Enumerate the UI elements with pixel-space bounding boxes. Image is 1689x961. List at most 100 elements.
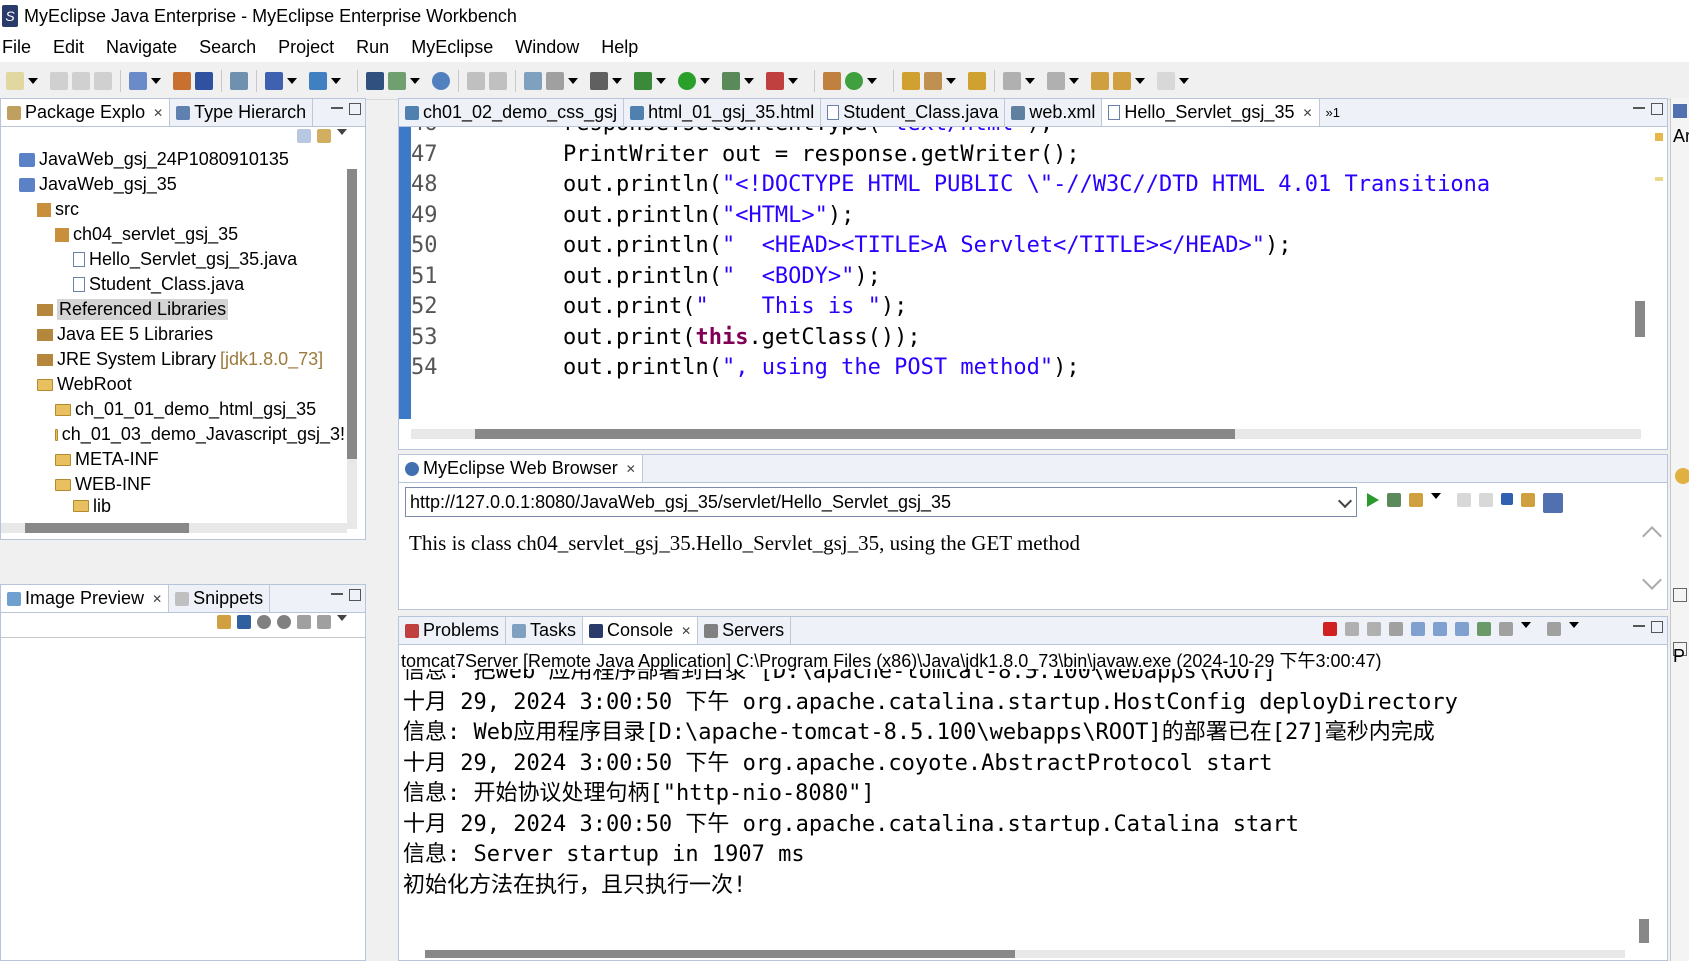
open-console-icon[interactable] [1547, 622, 1561, 636]
tree-item[interactable]: JavaWeb_gsj_35 [9, 172, 345, 197]
tree-item[interactable]: META-INF [9, 447, 345, 472]
forward-icon[interactable] [1157, 71, 1175, 90]
deploy-icon[interactable] [173, 71, 191, 90]
tree-item[interactable]: Student_Class.java [9, 272, 345, 297]
menu-edit[interactable]: Edit [53, 37, 84, 58]
stop-icon[interactable] [1501, 493, 1513, 505]
tree-item[interactable]: ch04_servlet_gsj_35 [9, 222, 345, 247]
forward-icon[interactable] [1479, 493, 1493, 507]
tab-html-file[interactable]: html_01_gsj_35.html [624, 99, 822, 126]
chevron-down-icon[interactable] [1337, 493, 1353, 509]
back-icon[interactable] [1113, 71, 1131, 90]
run-icon[interactable] [678, 71, 696, 90]
favorite-dropdown-icon[interactable] [1431, 493, 1441, 499]
toggle-icon[interactable] [546, 71, 564, 90]
refresh-icon[interactable] [1521, 493, 1535, 507]
scroll-thumb[interactable] [425, 950, 1015, 958]
tab-snippets[interactable]: Snippets [169, 585, 271, 612]
external-run-icon[interactable] [766, 71, 784, 90]
menu-myeclipse[interactable]: MyEclipse [411, 37, 493, 58]
run-last-dropdown-icon[interactable] [744, 77, 754, 84]
close-icon[interactable]: ✕ [626, 462, 636, 476]
link-with-editor-icon[interactable] [317, 129, 331, 143]
pin-console-icon[interactable] [1477, 622, 1491, 636]
tab-type-hierarchy[interactable]: Type Hierarch [170, 99, 314, 126]
display-console-dropdown-icon[interactable] [1521, 622, 1531, 628]
zoom-in-icon[interactable] [277, 615, 291, 629]
go-icon[interactable] [1367, 493, 1379, 507]
tab-servers[interactable]: Servers [698, 617, 792, 644]
new-class-icon[interactable] [388, 71, 406, 90]
tab-web-xml[interactable]: web.xml [1005, 99, 1103, 126]
tree-item[interactable]: ch_01_03_demo_Javascript_gsj_3! [9, 422, 345, 447]
tree-item[interactable]: lib [9, 497, 345, 515]
external-tools-icon[interactable] [366, 71, 384, 90]
console-vertical-scrollbar[interactable] [1639, 673, 1649, 943]
display-console-icon[interactable] [1499, 622, 1513, 636]
tree-item[interactable]: WebRoot [9, 372, 345, 397]
maximize-icon[interactable] [1651, 103, 1663, 115]
new-dropdown-icon[interactable] [28, 77, 38, 84]
tab-overflow[interactable]: »1 [1320, 99, 1346, 126]
new-package-icon[interactable] [823, 71, 841, 90]
menu-search[interactable]: Search [199, 37, 256, 58]
monitor-icon[interactable] [590, 71, 608, 90]
debug-icon[interactable] [634, 71, 652, 90]
close-icon[interactable]: ✕ [681, 624, 691, 638]
collapse-all-icon[interactable] [297, 129, 311, 143]
zoom-out-icon[interactable] [257, 615, 271, 629]
minimize-icon[interactable] [331, 593, 343, 597]
fit-icon[interactable] [237, 615, 251, 629]
collapsed-view-icon[interactable] [1675, 468, 1689, 484]
tree-item[interactable]: Hello_Servlet_gsj_35.java [9, 247, 345, 272]
show-on-stdout-icon[interactable] [1433, 622, 1447, 636]
new-web-project-icon[interactable] [129, 71, 147, 90]
maximize-icon[interactable] [1651, 621, 1663, 633]
previous-annotation-icon[interactable] [467, 71, 485, 90]
scroll-thumb[interactable] [1639, 919, 1649, 943]
scroll-thumb[interactable] [347, 169, 357, 459]
tree-item[interactable]: ch_01_01_demo_html_gsj_35 [9, 397, 345, 422]
back-icon[interactable] [1457, 493, 1471, 507]
console-output-area[interactable]: 信息: 把web 应用程序部署到目录 [D:\apache-tomcat-8.5… [399, 669, 1667, 948]
open-type-icon[interactable] [265, 71, 283, 90]
forward-dropdown-icon[interactable] [1179, 77, 1189, 84]
close-icon[interactable]: ✕ [1302, 106, 1312, 120]
tab-problems[interactable]: Problems [399, 617, 507, 644]
pen-dropdown-icon[interactable] [946, 77, 956, 84]
open-console-dropdown-icon[interactable] [1569, 622, 1579, 628]
save-all-icon[interactable] [72, 71, 90, 90]
next-annotation-icon[interactable] [489, 71, 507, 90]
menu-help[interactable]: Help [601, 37, 638, 58]
tab-image-preview[interactable]: Image Preview ✕ [1, 585, 170, 612]
scroll-thumb[interactable] [25, 523, 189, 533]
view-menu-icon[interactable] [337, 129, 347, 135]
print-icon[interactable] [94, 71, 112, 90]
remove-launch-icon[interactable] [1345, 622, 1359, 636]
back-dropdown-icon[interactable] [1135, 77, 1145, 84]
next-edit-icon[interactable] [1003, 71, 1021, 90]
external-run-dropdown-icon[interactable] [788, 77, 798, 84]
preview-vertical-scrollbar[interactable] [347, 645, 357, 945]
menu-window[interactable]: Window [515, 37, 579, 58]
maximize-icon[interactable] [349, 589, 361, 601]
explorer-vertical-scrollbar[interactable] [347, 169, 357, 529]
close-icon[interactable]: ✕ [153, 106, 163, 120]
tree-item[interactable]: Referenced Libraries [9, 297, 345, 322]
monitor-dropdown-icon[interactable] [612, 77, 622, 84]
server-icon[interactable] [195, 71, 213, 90]
search-icon[interactable] [309, 71, 327, 90]
tree-item[interactable]: WEB-INF [9, 472, 345, 497]
debug-icon[interactable] [1387, 493, 1401, 507]
tab-css-file[interactable]: ch01_02_demo_css_gsj [399, 99, 625, 126]
url-input[interactable]: http://127.0.0.1:8080/JavaWeb_gsj_35/ser… [405, 487, 1357, 517]
terminate-icon[interactable] [1323, 622, 1337, 636]
save-icon[interactable] [50, 71, 68, 90]
run-last-icon[interactable] [722, 71, 740, 90]
new-web-project-dropdown-icon[interactable] [151, 77, 161, 84]
view-menu-icon[interactable] [337, 615, 347, 621]
refresh-icon[interactable] [845, 71, 863, 90]
refresh-dropdown-icon[interactable] [867, 77, 877, 84]
scroll-up-icon[interactable] [1642, 526, 1662, 546]
prev-edit-icon[interactable] [1047, 71, 1065, 90]
